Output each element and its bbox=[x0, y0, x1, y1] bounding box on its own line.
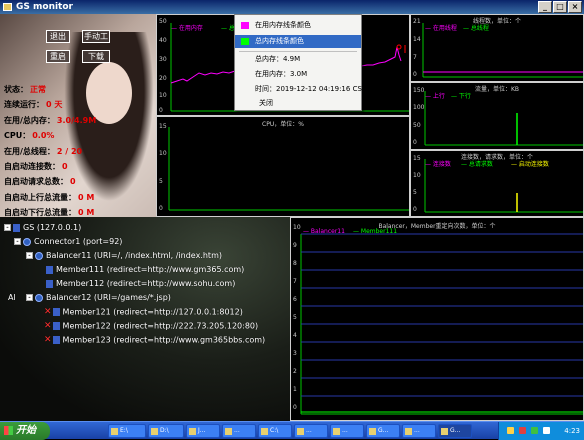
manual-button[interactable]: 手动工 bbox=[82, 30, 110, 43]
stat-row: 状态： 正常 bbox=[4, 85, 46, 94]
taskbar-item[interactable]: ... bbox=[222, 424, 256, 438]
taskbar-item[interactable]: ... bbox=[402, 424, 436, 438]
cpu-plot bbox=[168, 127, 409, 211]
connections-plot bbox=[424, 159, 583, 213]
close-button[interactable]: × bbox=[568, 1, 582, 13]
system-tray: 4:23 bbox=[498, 422, 584, 440]
member-icon bbox=[46, 265, 53, 274]
taskbar-item[interactable]: E:\ bbox=[108, 424, 146, 438]
stat-row: CPU： 0.0% bbox=[4, 131, 55, 141]
tree-node-balancer11[interactable]: - Balancer11 (URI=/, /index.html, /index.… bbox=[26, 251, 222, 260]
tree-node-member122[interactable]: ✕ Member122 (redirect=http://222.73.205.1… bbox=[44, 321, 258, 331]
traffic-plot bbox=[424, 91, 583, 146]
balancer-icon bbox=[35, 293, 43, 302]
stat-row: 自启动连接数： 0 bbox=[4, 161, 68, 171]
stats-list: 状态： 正常 连续运行： 0 天 在用/总内存： 3.0/4.9M CPU： 0.0% … bbox=[4, 82, 154, 217]
exit-button[interactable]: 退出 bbox=[46, 30, 70, 43]
tree-node-balancer12[interactable]: - Balancer12 (URI=/games/*.jsp) bbox=[26, 293, 171, 302]
balancer-chart[interactable]: Balancer，Member重定向次数，单位：个 — Balancer11 —… bbox=[290, 217, 584, 421]
error-x-icon: ✕ bbox=[44, 321, 52, 331]
chart-context-menu[interactable]: 在用内存线条颜色 总内存线条颜色 总内存：4.9M 在用内存：3.0M 时间：2… bbox=[234, 14, 367, 111]
taskbar-item-active[interactable]: G... bbox=[438, 424, 472, 438]
tree-node-al: Al bbox=[8, 293, 16, 302]
member-icon bbox=[46, 279, 53, 288]
taskbar-item[interactable]: G... bbox=[366, 424, 400, 438]
taskbar-item[interactable]: J... bbox=[186, 424, 220, 438]
minimize-button[interactable]: _ bbox=[538, 1, 552, 13]
stat-row: 自启动上行总流量： 0 M bbox=[4, 192, 95, 202]
taskbar-item[interactable]: ... bbox=[330, 424, 364, 438]
error-x-icon: ✕ bbox=[44, 307, 52, 317]
taskbar: 开始 E:\ D:\ J... ... C:\ ... ... G... ...… bbox=[0, 421, 584, 440]
menu-info-total-memory: 总内存：4.9M bbox=[255, 55, 301, 63]
error-x-icon: ✕ bbox=[44, 335, 52, 345]
title-bar: GS monitor _ □ × bbox=[0, 0, 584, 14]
member-icon bbox=[52, 308, 60, 316]
stat-row: 在用/总内存： 3.0/4.9M bbox=[4, 115, 97, 125]
start-button[interactable]: 开始 bbox=[0, 422, 50, 440]
restart-button[interactable]: 重启 bbox=[46, 50, 70, 63]
tree-node-member112[interactable]: Member112 (redirect=http://www.sohu.com) bbox=[46, 279, 235, 288]
tree-node-member111[interactable]: Member111 (redirect=http://www.gm365.com… bbox=[46, 265, 244, 274]
service-tree[interactable]: - GS (127.0.0.1) - Connector1 (port=92) -B… bbox=[0, 217, 290, 421]
app-icon bbox=[3, 3, 12, 11]
balancer-plot bbox=[300, 233, 583, 415]
color-icon bbox=[241, 38, 249, 45]
tray-icon[interactable] bbox=[543, 427, 550, 434]
member-icon bbox=[52, 336, 60, 344]
clock[interactable]: 4:23 bbox=[564, 422, 580, 440]
tray-icon[interactable] bbox=[507, 427, 514, 434]
menu-separator bbox=[239, 51, 357, 52]
member-icon bbox=[52, 322, 60, 330]
stat-row: 自启动下行总流量： 0 M bbox=[4, 208, 95, 217]
tray-icon[interactable] bbox=[519, 427, 526, 434]
connector-icon bbox=[23, 237, 31, 246]
balancer-icon bbox=[35, 251, 43, 260]
server-icon bbox=[13, 223, 20, 232]
maximize-button[interactable]: □ bbox=[553, 1, 567, 13]
taskbar-item[interactable]: D:\ bbox=[148, 424, 184, 438]
taskbar-item[interactable]: C:\ bbox=[258, 424, 292, 438]
color-icon bbox=[241, 22, 249, 29]
tree-node-connector[interactable]: - Connector1 (port=92) bbox=[14, 237, 122, 246]
taskbar-item[interactable]: ... bbox=[294, 424, 328, 438]
download-button[interactable]: 下载 bbox=[82, 50, 110, 63]
tree-node-gs[interactable]: - GS (127.0.0.1) bbox=[4, 223, 81, 232]
menu-item-used-memory-color[interactable]: 在用内存线条颜色 bbox=[235, 19, 361, 32]
tree-node-member123[interactable]: ✕ Member123 (redirect=http://www.gm365bbs… bbox=[44, 335, 265, 345]
menu-info-used-memory: 在用内存：3.0M bbox=[255, 70, 308, 78]
status-panel: 退出 手动工 重启 下载 状态： 正常 连续运行： 0 天 在用/总内存： 3.0/4… bbox=[0, 14, 156, 217]
cpu-chart[interactable]: CPU，单位：% 15 10 5 0 bbox=[156, 116, 410, 217]
menu-item-close[interactable]: 关闭 bbox=[235, 97, 361, 110]
traffic-chart[interactable]: 流量，单位：KB — 上行 — 下行 150 100 50 0 bbox=[410, 82, 584, 150]
menu-item-total-memory-color[interactable]: 总内存线条颜色 bbox=[235, 35, 361, 48]
threads-plot bbox=[422, 23, 583, 78]
windows-logo-icon bbox=[4, 426, 13, 435]
stat-row: 自启动请求总数： 0 bbox=[4, 177, 76, 187]
stat-row: 在用/总线程： 2 / 20 bbox=[4, 146, 83, 156]
tray-icon[interactable] bbox=[531, 427, 538, 434]
connections-chart[interactable]: 连接数，请求数，单位：个 — 连接数 — 总请求数 — 启动连接数 15 10 … bbox=[410, 150, 584, 217]
menu-info-time: 时间：2019-12-12 04:19:16 CST bbox=[255, 85, 367, 93]
window-title: GS monitor bbox=[16, 2, 73, 12]
stat-row: 连续运行： 0 天 bbox=[4, 100, 63, 110]
threads-chart[interactable]: 线程数，单位：个 — 在用线程 — 总线程 21 14 7 0 bbox=[410, 14, 584, 82]
tree-node-member121[interactable]: ✕ Member121 (redirect=http://127.0.0.1:80… bbox=[44, 307, 243, 317]
